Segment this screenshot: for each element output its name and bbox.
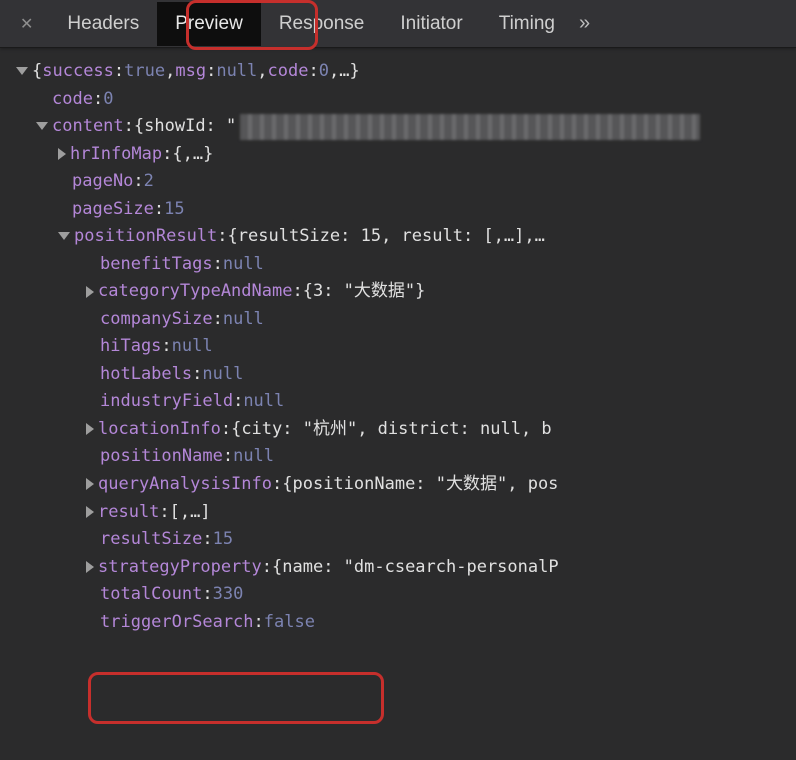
- tree-row[interactable]: result: [,…]: [0, 499, 796, 527]
- overflow-tabs-icon[interactable]: »: [579, 12, 590, 35]
- tree-row[interactable]: queryAnalysisInfo: {positionName: "大数据",…: [0, 471, 796, 499]
- tree-row[interactable]: pageNo: 2: [0, 168, 796, 196]
- json-key: queryAnalysisInfo: [98, 471, 272, 499]
- tree-row[interactable]: companySize: null: [0, 306, 796, 334]
- json-value: null: [233, 443, 274, 471]
- json-value: 0: [319, 58, 329, 86]
- tree-row-totalcount[interactable]: totalCount: 330: [0, 581, 796, 609]
- tab-initiator[interactable]: Initiator: [382, 2, 480, 46]
- json-value: 15: [164, 196, 184, 224]
- json-value: null: [243, 388, 284, 416]
- tree-row[interactable]: positionName: null: [0, 443, 796, 471]
- json-key: hiTags: [100, 333, 161, 361]
- chevron-down-icon[interactable]: [16, 67, 28, 75]
- json-value: null: [223, 251, 264, 279]
- chevron-right-icon[interactable]: [86, 286, 94, 298]
- redacted-value: [240, 114, 700, 140]
- json-value: null: [216, 58, 257, 86]
- json-key: code: [268, 58, 309, 86]
- chevron-down-icon[interactable]: [36, 122, 48, 130]
- tab-headers[interactable]: Headers: [49, 2, 157, 46]
- json-key: locationInfo: [98, 416, 221, 444]
- close-icon[interactable]: ✕: [14, 14, 49, 34]
- json-key: content: [52, 113, 124, 141]
- json-value: null: [202, 361, 243, 389]
- tab-response[interactable]: Response: [261, 2, 383, 46]
- tab-timing[interactable]: Timing: [481, 2, 573, 46]
- json-key: hotLabels: [100, 361, 192, 389]
- json-key: benefitTags: [100, 251, 213, 279]
- tree-row[interactable]: positionResult: {resultSize: 15, result:…: [0, 223, 796, 251]
- json-key: code: [52, 86, 93, 114]
- json-value: {,…}: [172, 141, 213, 169]
- tab-preview[interactable]: Preview: [157, 2, 261, 46]
- json-value: true: [124, 58, 165, 86]
- json-key: industryField: [100, 388, 233, 416]
- tree-row[interactable]: content: {showId: ": [0, 113, 796, 141]
- json-key: pageSize: [72, 196, 154, 224]
- json-value: {positionName: "大数据", pos: [282, 471, 558, 499]
- tree-row[interactable]: categoryTypeAndName: {3: "大数据"}: [0, 278, 796, 306]
- json-value: [,…]: [170, 499, 211, 527]
- tree-row[interactable]: triggerOrSearch: false: [0, 609, 796, 637]
- devtools-tabs: ✕ Headers Preview Response Initiator Tim…: [0, 0, 796, 48]
- tree-row[interactable]: strategyProperty: {name: "dm-csearch-per…: [0, 554, 796, 582]
- json-value: 2: [144, 168, 154, 196]
- annotation-highlight: [88, 672, 384, 724]
- json-key: resultSize: [100, 526, 202, 554]
- tree-row[interactable]: hrInfoMap: {,…}: [0, 141, 796, 169]
- json-value: {resultSize: 15, result: [,…],…: [228, 223, 545, 251]
- json-value: 330: [213, 581, 244, 609]
- json-value: null: [223, 306, 264, 334]
- json-key: msg: [175, 58, 206, 86]
- json-key: categoryTypeAndName: [98, 278, 292, 306]
- chevron-down-icon[interactable]: [58, 232, 70, 240]
- chevron-right-icon[interactable]: [58, 148, 66, 160]
- chevron-right-icon[interactable]: [86, 506, 94, 518]
- json-key: success: [42, 58, 114, 86]
- json-tree: { success: true, msg: null, code: 0 ,…} …: [0, 48, 796, 636]
- json-value: {city: "杭州", district: null, b: [231, 416, 552, 444]
- tree-row[interactable]: industryField: null: [0, 388, 796, 416]
- brace: {: [32, 58, 42, 86]
- chevron-right-icon[interactable]: [86, 478, 94, 490]
- tree-row[interactable]: benefitTags: null: [0, 251, 796, 279]
- json-value: {3: "大数据"}: [303, 278, 426, 306]
- tree-row[interactable]: locationInfo: {city: "杭州", district: nul…: [0, 416, 796, 444]
- json-key: positionName: [100, 443, 223, 471]
- chevron-right-icon[interactable]: [86, 561, 94, 573]
- json-value: 15: [213, 526, 233, 554]
- json-value: {name: "dm-csearch-personalP: [272, 554, 559, 582]
- tree-row[interactable]: resultSize: 15: [0, 526, 796, 554]
- json-key: strategyProperty: [98, 554, 262, 582]
- tree-row-root[interactable]: { success: true, msg: null, code: 0 ,…}: [0, 58, 796, 86]
- tree-row[interactable]: pageSize: 15: [0, 196, 796, 224]
- json-key: triggerOrSearch: [100, 609, 254, 637]
- tree-row[interactable]: hotLabels: null: [0, 361, 796, 389]
- json-value: 0: [103, 86, 113, 114]
- json-key: positionResult: [74, 223, 217, 251]
- json-value: {showId: ": [134, 113, 236, 141]
- tree-row[interactable]: code: 0: [0, 86, 796, 114]
- json-value: false: [264, 609, 315, 637]
- tree-row[interactable]: hiTags: null: [0, 333, 796, 361]
- json-key: result: [98, 499, 159, 527]
- chevron-right-icon[interactable]: [86, 423, 94, 435]
- json-key: companySize: [100, 306, 213, 334]
- brace: ,…}: [329, 58, 360, 86]
- json-key: hrInfoMap: [70, 141, 162, 169]
- json-key: totalCount: [100, 581, 202, 609]
- json-key: pageNo: [72, 168, 133, 196]
- json-value: null: [172, 333, 213, 361]
